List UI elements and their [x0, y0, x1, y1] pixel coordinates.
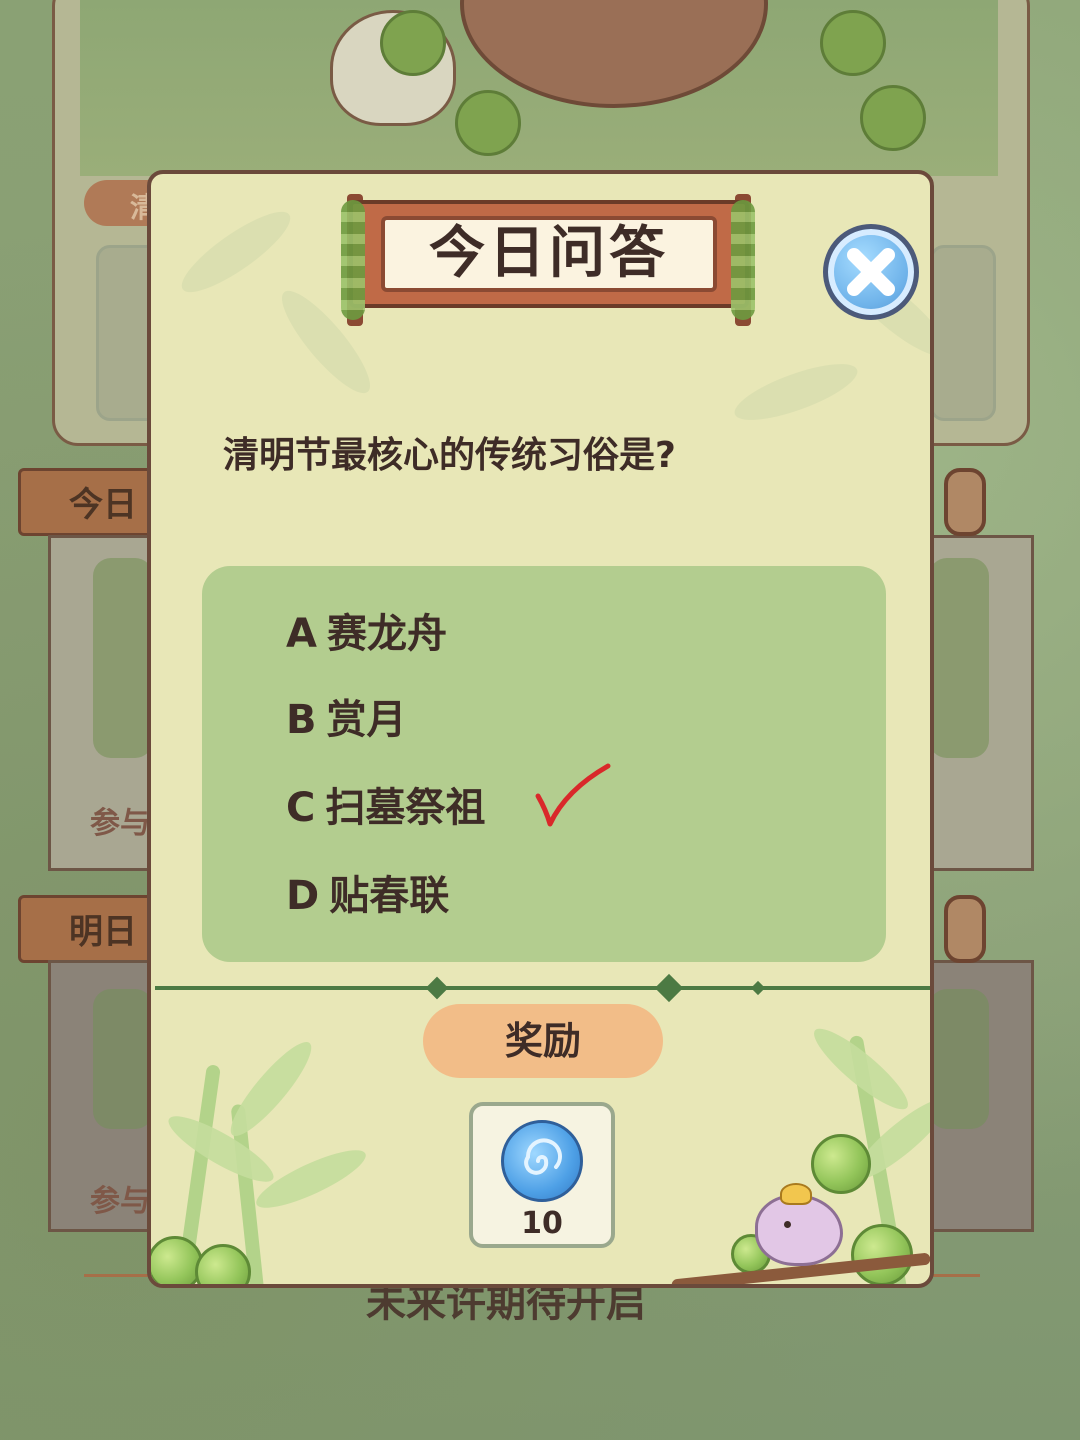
background-section-label-today: 今日: [18, 468, 168, 536]
option-letter: C: [286, 785, 316, 831]
reward-label: 奖励: [423, 1004, 663, 1078]
green-fruit-decoration: [811, 1134, 871, 1194]
option-text: 赛龙舟: [326, 611, 447, 657]
background-panel-inner: [93, 989, 153, 1129]
reward-count: 10: [521, 1206, 563, 1241]
vine-decoration: [341, 200, 365, 320]
option-b[interactable]: B 赏月: [286, 690, 407, 750]
background-panel-inner: [93, 558, 153, 758]
title-signboard: 今日问答: [339, 194, 759, 326]
modal-title: 今日问答: [429, 221, 669, 286]
options-panel: A 赛龙舟 B 赏月 C 扫墓祭祖 D 贴春联: [202, 566, 886, 962]
option-text: 扫墓祭祖: [325, 785, 486, 831]
option-text: 赏月: [326, 697, 407, 743]
option-c[interactable]: C 扫墓祭祖: [286, 778, 485, 838]
close-button[interactable]: [823, 224, 919, 320]
divider-diamond: [750, 980, 766, 996]
divider-diamond: [425, 976, 449, 1000]
checkmark-icon: [532, 762, 612, 836]
close-icon: [847, 248, 895, 296]
divider-diamond: [654, 973, 684, 1003]
bird-eye: [784, 1221, 791, 1228]
bird-crest: [780, 1183, 812, 1205]
background-banner-art: [80, 0, 998, 176]
background-thumbnail: [930, 245, 996, 421]
background-section-label-tomorrow: 明日: [18, 895, 168, 963]
option-text: 贴春联: [329, 873, 450, 919]
option-d[interactable]: D 贴春联: [286, 866, 449, 926]
green-fruit-decoration: [195, 1244, 251, 1284]
background-panel-inner: [929, 558, 989, 758]
section-divider: [155, 986, 930, 990]
background-panel-inner: [929, 989, 989, 1129]
blue-swirl-orb-icon: [501, 1120, 583, 1202]
option-letter: A: [286, 611, 317, 657]
background-ring: [944, 468, 986, 536]
option-a[interactable]: A 赛龙舟: [286, 604, 447, 664]
green-fruit-illustration: [455, 90, 521, 156]
leaf-decoration: [728, 352, 864, 432]
leaf-decoration: [172, 199, 300, 305]
green-fruit-decoration: [151, 1236, 203, 1284]
vine-decoration: [731, 200, 755, 320]
quiz-question: 清明节最核心的传统习俗是?: [223, 435, 676, 476]
green-fruit-illustration: [380, 10, 446, 76]
option-letter: B: [286, 697, 317, 743]
background-side-text: 参与: [90, 1184, 150, 1219]
bird-illustration: [755, 1183, 843, 1266]
plate-illustration: [460, 0, 768, 108]
background-side-text: 参与: [90, 806, 150, 841]
green-fruit-illustration: [860, 85, 926, 151]
reward-item-slot[interactable]: 10: [469, 1102, 615, 1248]
daily-quiz-modal: 今日问答 清明节最核心的传统习俗是? A 赛龙舟 B 赏月 C 扫墓祭祖 D 贴春联: [147, 170, 934, 1288]
bamboo-leaf: [220, 1033, 322, 1145]
green-fruit-illustration: [820, 10, 886, 76]
option-letter: D: [286, 873, 320, 919]
background-ring: [944, 895, 986, 963]
